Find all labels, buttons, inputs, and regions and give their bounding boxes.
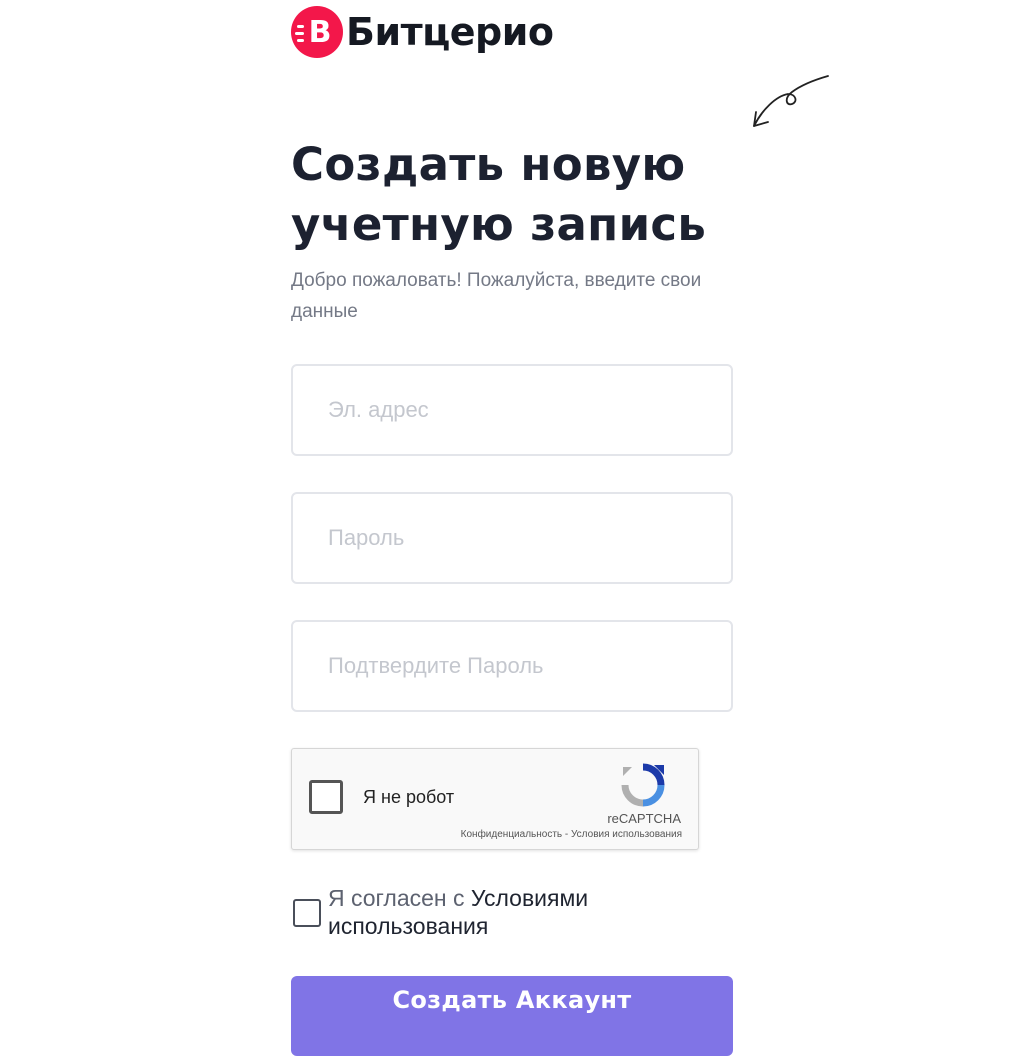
password-field[interactable] [291, 492, 733, 584]
recaptcha-checkbox[interactable] [309, 780, 343, 814]
page-title: Создать новую учетную запись [291, 138, 707, 251]
recaptcha-label: Я не робот [363, 787, 455, 807]
page-subtitle: Добро пожаловать! Пожалуйста, введите св… [291, 270, 702, 322]
recaptcha-brand: reCAPTCHA [607, 811, 681, 826]
email-field[interactable] [291, 364, 733, 456]
brand-name: Битцерио [346, 10, 554, 54]
recaptcha-widget: Я не робот reCAPTCHA Конфиденциальность … [291, 748, 699, 850]
terms-prefix: Я согласен с [328, 885, 471, 911]
create-account-button[interactable]: Создать Аккаунт [291, 976, 733, 1056]
recaptcha-logo-icon [621, 763, 665, 807]
brand-badge-letter: B [308, 14, 332, 50]
recaptcha-separator: - [562, 829, 571, 840]
terms-checkbox[interactable] [293, 899, 321, 927]
confirm-password-field[interactable] [291, 620, 733, 712]
brand-logo-icon: B [291, 6, 343, 58]
brand-logo[interactable]: B Битцерио [291, 5, 554, 59]
terms-agreement-label: Я согласен с Условиями использования [328, 884, 628, 940]
decorative-arrow-icon [753, 75, 829, 127]
recaptcha-terms-link[interactable]: Условия использования [571, 829, 682, 840]
recaptcha-links: Конфиденциальность - Условия использован… [461, 829, 682, 840]
recaptcha-privacy-link[interactable]: Конфиденциальность [461, 829, 562, 840]
